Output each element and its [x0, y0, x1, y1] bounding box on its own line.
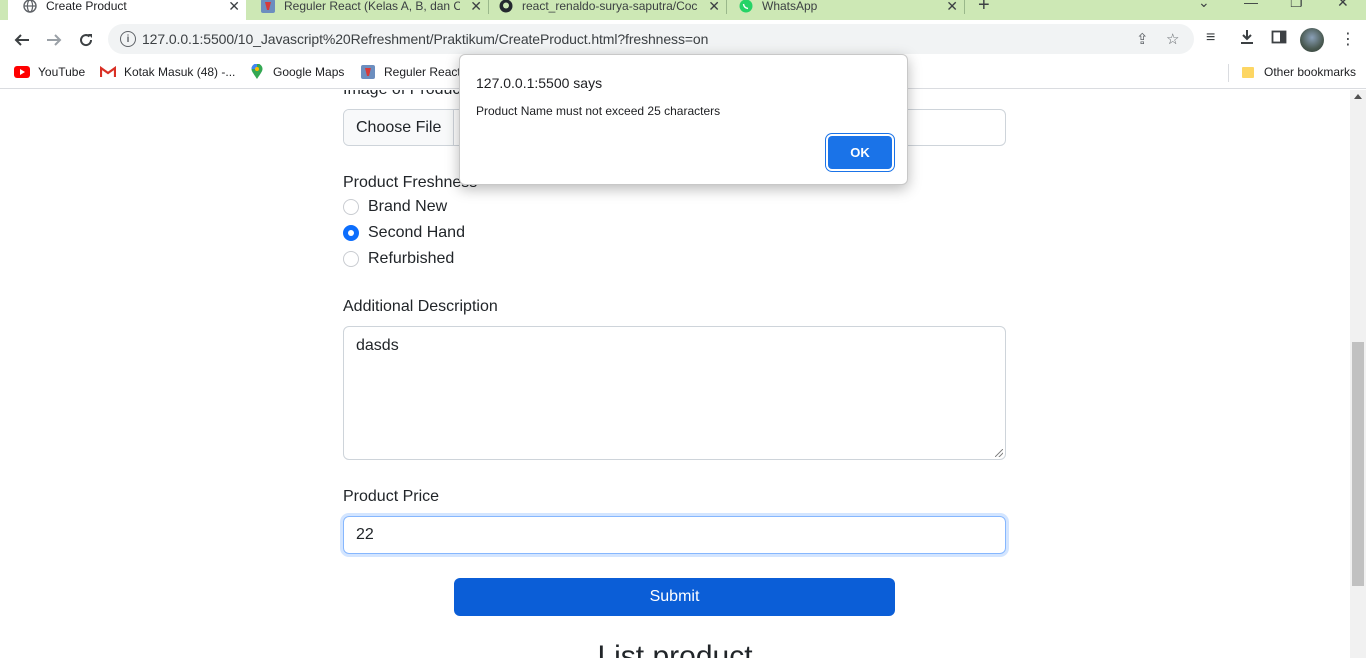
radio-brand-new[interactable]: Brand New — [343, 198, 447, 216]
radio-second-hand[interactable]: Second Hand — [343, 224, 465, 242]
tab-title: Reguler React (Kelas A, B, dan C) — [284, 0, 460, 13]
restore-icon[interactable]: ❐ — [1290, 0, 1303, 11]
bookmark-gmail[interactable]: Kotak Masuk (48) -... — [100, 64, 235, 80]
bookmark-label: Google Maps — [273, 65, 345, 79]
tab-create-product[interactable]: Create Product ✕ — [8, 0, 246, 20]
tab-search-icon[interactable]: ⌄ — [1198, 0, 1210, 11]
description-value: dasds — [356, 337, 399, 354]
tab-github[interactable]: react_renaldo-surya-saputra/Coc ✕ — [492, 0, 726, 20]
tab-strip: Create Product ✕ Reguler React (Kelas A,… — [0, 0, 1366, 20]
scrollbar-thumb[interactable] — [1352, 342, 1364, 586]
reading-list-icon[interactable]: ≡ — [1206, 29, 1215, 47]
new-tab-icon[interactable]: + — [978, 0, 990, 17]
price-label: Product Price — [343, 488, 440, 505]
download-icon[interactable] — [1239, 29, 1255, 50]
bookmark-label: Kotak Masuk (48) -... — [124, 65, 236, 79]
freshness-label: Product Freshness — [343, 174, 478, 191]
side-panel-icon[interactable] — [1271, 29, 1287, 50]
github-icon — [498, 0, 514, 14]
list-product-heading: List product — [597, 640, 753, 658]
bookmark-reguler-react[interactable]: Reguler React — [360, 64, 461, 80]
site-info-icon[interactable]: i — [120, 31, 136, 47]
forward-icon[interactable] — [42, 28, 66, 52]
tab-title: Create Product — [46, 0, 127, 13]
description-label: Additional Description — [343, 298, 498, 315]
radio-button[interactable] — [343, 225, 359, 241]
bookmark-label: Reguler React — [384, 65, 461, 79]
price-value: 22 — [356, 526, 374, 543]
share-icon[interactable]: ⇪ — [1136, 30, 1149, 48]
radio-label: Brand New — [368, 198, 448, 215]
tab-title: react_renaldo-surya-saputra/Coc — [522, 0, 698, 13]
close-icon[interactable]: ✕ — [946, 0, 958, 15]
radio-button[interactable] — [343, 199, 359, 215]
bookmark-label: YouTube — [38, 65, 86, 79]
dialog-message: Product Name must not exceed 25 characte… — [476, 104, 721, 118]
description-textarea[interactable]: dasds — [343, 326, 1006, 460]
youtube-icon — [14, 64, 30, 80]
bookmark-label: Other bookmarks — [1264, 65, 1357, 79]
profile-avatar[interactable] — [1300, 28, 1324, 52]
choose-file-button[interactable]: Choose File — [344, 110, 455, 145]
page-scrollbar[interactable] — [1350, 90, 1366, 658]
browser-toolbar: i 127.0.0.1:5500/10_Javascript%20Refresh… — [0, 20, 1366, 58]
gmail-icon — [100, 64, 116, 80]
image-label: Image of Product — [343, 90, 465, 99]
menu-icon[interactable]: ⋮ — [1340, 29, 1356, 49]
tab-whatsapp[interactable]: WhatsApp ✕ — [730, 0, 964, 20]
bookmark-star-icon[interactable]: ☆ — [1166, 30, 1179, 48]
maps-icon — [249, 64, 265, 80]
scroll-up-icon[interactable] — [1354, 94, 1362, 99]
folder-icon — [1240, 64, 1256, 80]
radio-refurbished[interactable]: Refurbished — [343, 250, 454, 268]
radio-button[interactable] — [343, 251, 359, 267]
bookmark-youtube[interactable]: YouTube — [14, 64, 85, 80]
close-icon[interactable]: ✕ — [228, 0, 240, 15]
bookmark-google-maps[interactable]: Google Maps — [249, 64, 344, 80]
submit-button[interactable]: Submit — [454, 578, 895, 616]
resize-grip-icon[interactable] — [995, 449, 1003, 457]
window-close-icon[interactable]: ✕ — [1337, 0, 1349, 11]
close-icon[interactable]: ✕ — [470, 0, 482, 15]
price-input[interactable]: 22 — [343, 516, 1006, 554]
minimize-icon[interactable]: — — [1244, 0, 1258, 10]
react-course-icon — [260, 0, 276, 14]
tab-title: WhatsApp — [762, 0, 818, 13]
address-bar[interactable]: i 127.0.0.1:5500/10_Javascript%20Refresh… — [108, 24, 1194, 54]
radio-label: Second Hand — [368, 224, 465, 241]
react-course-icon — [360, 64, 376, 80]
url-text: 127.0.0.1:5500/10_Javascript%20Refreshme… — [142, 31, 709, 47]
dialog-title: 127.0.0.1:5500 says — [476, 75, 603, 91]
tab-reguler-react[interactable]: Reguler React (Kelas A, B, dan C) ✕ — [250, 0, 488, 20]
back-icon[interactable] — [10, 28, 34, 52]
other-bookmarks[interactable]: Other bookmarks — [1240, 64, 1356, 80]
reload-icon[interactable] — [74, 28, 98, 52]
whatsapp-icon — [738, 0, 754, 14]
radio-label: Refurbished — [368, 250, 455, 267]
alert-dialog: 127.0.0.1:5500 says Product Name must no… — [459, 54, 908, 185]
close-icon[interactable]: ✕ — [708, 0, 720, 15]
globe-icon — [22, 0, 38, 14]
ok-button[interactable]: OK — [828, 136, 892, 169]
